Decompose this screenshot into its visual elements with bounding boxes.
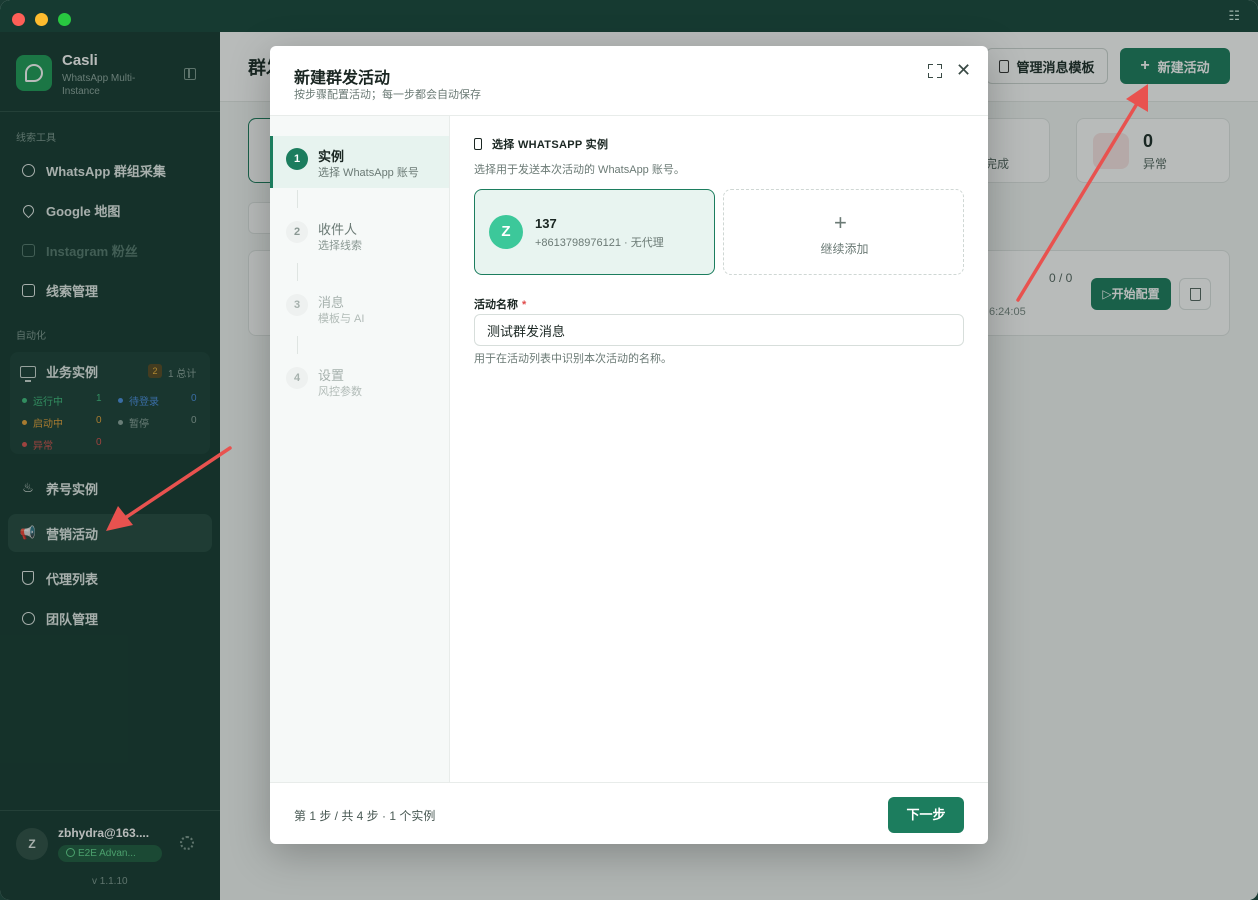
step-description: 风控参数 (318, 386, 362, 398)
checklist-icon[interactable]: ☷ (1228, 8, 1240, 24)
step-number: 3 (286, 294, 308, 316)
new-campaign-dialog: 新建群发活动 按步骤配置活动；每一步都会自动保存 ✕ 1 实例 选择 Whats… (270, 46, 988, 844)
wizard-steps: 1 实例 选择 WhatsApp 账号 2 收件人 选择线索 3 消息 模板与 … (270, 116, 450, 782)
zoom-window-button[interactable] (58, 13, 71, 26)
instance-name: 137 (535, 216, 557, 231)
step-number: 4 (286, 367, 308, 389)
step-description: 选择线索 (318, 240, 362, 252)
dialog-header: 新建群发活动 按步骤配置活动；每一步都会自动保存 ✕ (270, 46, 988, 116)
dialog-subtitle: 按步骤配置活动；每一步都会自动保存 (294, 89, 481, 101)
instance-phone: +8613798976121 · 无代理 (535, 237, 664, 249)
section-heading: 选择 WHATSAPP 实例 (474, 136, 608, 152)
step-number: 2 (286, 221, 308, 243)
step-connector (297, 190, 298, 208)
plus-icon: + (834, 210, 847, 235)
title-bar: ☷ (0, 0, 1258, 32)
step-title: 消息 (318, 295, 345, 310)
add-instance-button[interactable]: + 继续添加 (723, 189, 964, 275)
step-description: 选择 WhatsApp 账号 (318, 167, 419, 179)
phone-icon (474, 138, 482, 150)
step-description: 模板与 AI (318, 313, 365, 325)
step-title: 收件人 (318, 222, 358, 237)
step-instance[interactable]: 1 实例 选择 WhatsApp 账号 (270, 136, 449, 188)
step-number: 1 (286, 148, 308, 170)
avatar: Z (489, 215, 523, 249)
step-content: 选择 WHATSAPP 实例 选择用于发送本次活动的 WhatsApp 账号。 … (450, 116, 988, 782)
close-icon[interactable]: ✕ (956, 60, 971, 80)
expand-icon[interactable] (928, 64, 942, 78)
step-connector (297, 336, 298, 354)
step-progress-text: 第 1 步 / 共 4 步 · 1 个实例 (294, 809, 436, 823)
section-description: 选择用于发送本次活动的 WhatsApp 账号。 (474, 164, 685, 176)
step-title: 设置 (318, 368, 345, 383)
step-message[interactable]: 3 消息 模板与 AI (270, 282, 449, 334)
step-recipients[interactable]: 2 收件人 选择线索 (270, 209, 449, 261)
campaign-name-label: 活动名称 * (474, 299, 527, 311)
instance-card-selected[interactable]: Z 137 +8613798976121 · 无代理 (474, 189, 715, 275)
minimize-window-button[interactable] (35, 13, 48, 26)
dialog-footer: 第 1 步 / 共 4 步 · 1 个实例 下一步 (270, 782, 988, 844)
step-settings[interactable]: 4 设置 风控参数 (270, 355, 449, 407)
campaign-name-input[interactable] (474, 314, 964, 346)
step-connector (297, 263, 298, 281)
step-title: 实例 (318, 149, 345, 164)
campaign-name-help: 用于在活动列表中识别本次活动的名称。 (474, 353, 672, 365)
dialog-title: 新建群发活动 (294, 70, 391, 87)
app-window: ☷ Casli WhatsApp Multi-Instance 线索工具 Wha… (0, 0, 1258, 900)
next-step-button[interactable]: 下一步 (888, 797, 964, 833)
close-window-button[interactable] (12, 13, 25, 26)
add-instance-label: 继续添加 (820, 242, 869, 256)
